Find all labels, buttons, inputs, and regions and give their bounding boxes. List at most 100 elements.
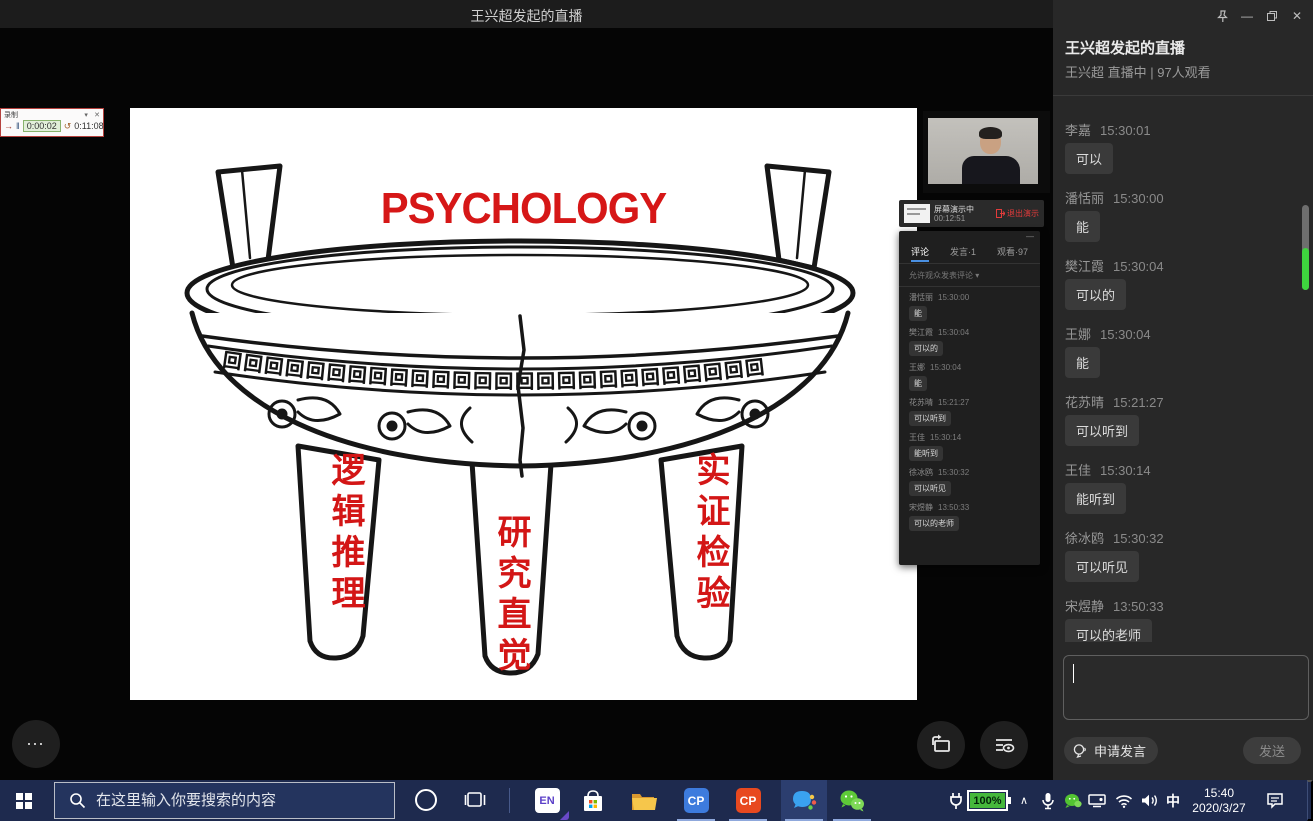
send-button[interactable]: 发送 bbox=[1243, 737, 1301, 764]
chat-message: 潘恬丽15:30:00能 bbox=[1065, 190, 1299, 242]
volume-tray-icon[interactable] bbox=[1138, 780, 1160, 821]
exit-presentation-button[interactable]: 退出演示 bbox=[996, 208, 1039, 219]
chat-message: 樊江霞15:30:04可以的 bbox=[1065, 258, 1299, 310]
clock-time: 15:40 bbox=[1204, 786, 1234, 801]
cp-blue-app-icon[interactable]: CP bbox=[673, 780, 719, 821]
mini-tab-speakers[interactable]: 发言·1 bbox=[950, 245, 976, 262]
display-cast-tray-icon[interactable] bbox=[1086, 780, 1108, 821]
mini-message: 宋煜静13:50:33可以的老师 bbox=[909, 502, 1034, 531]
mini-message: 樊江霞15:30:04可以的 bbox=[909, 327, 1034, 356]
presenter-video-thumbnail[interactable] bbox=[923, 111, 1050, 193]
stage-titlebar: 王兴超发起的直播 bbox=[0, 0, 1053, 28]
show-desktop-button[interactable] bbox=[1307, 780, 1313, 821]
chat-panel: — ✕ 王兴超发起的直播 王兴超 直播中 | 97人观看 李嘉15:30:01可… bbox=[1053, 0, 1313, 780]
slide-heading: PSYCHOLOGY bbox=[150, 184, 898, 234]
mini-comment-panel: — 评论 发言·1 观看·97 允许观众发表评论 ▾ 潘恬丽15:30:00能 … bbox=[899, 231, 1040, 565]
window-controls: — ✕ bbox=[1214, 8, 1305, 24]
mini-message: 花苏晴15:21:27可以听到 bbox=[909, 397, 1034, 426]
rec-close-icon[interactable]: ✕ bbox=[94, 112, 100, 119]
clock-date: 2020/3/27 bbox=[1192, 801, 1245, 816]
taskbar-search-box[interactable] bbox=[54, 782, 395, 819]
scrollbar-live-indicator bbox=[1302, 248, 1309, 290]
rec-pause-button[interactable]: ‖ bbox=[16, 121, 20, 131]
screen: 王兴超发起的直播 bbox=[0, 0, 1313, 821]
restore-button[interactable] bbox=[1264, 8, 1280, 24]
cortana-button[interactable] bbox=[415, 789, 437, 811]
presenter-silhouette bbox=[962, 156, 1020, 184]
text-caret bbox=[1073, 664, 1074, 683]
chat-message: 花苏晴15:21:27可以听到 bbox=[1065, 394, 1299, 446]
task-view-icon bbox=[463, 788, 487, 812]
mini-tab-comments[interactable]: 评论 bbox=[911, 245, 929, 262]
taskbar: EN CP CP bbox=[0, 780, 1313, 821]
start-button[interactable] bbox=[0, 780, 48, 821]
windows-logo-icon bbox=[16, 793, 32, 809]
wechat-app-icon[interactable] bbox=[829, 780, 875, 821]
search-icon bbox=[69, 792, 86, 809]
rotate-screen-icon bbox=[928, 732, 954, 758]
mini-message: 潘恬丽15:30:00能 bbox=[909, 292, 1034, 321]
taskbar-clock[interactable]: 15:40 2020/3/27 bbox=[1185, 780, 1253, 821]
share-status: 屏幕演示中 bbox=[934, 205, 974, 214]
ime-indicator[interactable]: 中 bbox=[1162, 780, 1184, 821]
rec-toolbar-title: 录制 bbox=[4, 110, 18, 119]
rec-caret-icon[interactable]: ▾ bbox=[84, 112, 88, 119]
list-eye-icon bbox=[991, 732, 1017, 758]
chat-message: 王佳15:30:14能听到 bbox=[1065, 462, 1299, 514]
chat-message: 徐冰鸥15:30:32可以听见 bbox=[1065, 530, 1299, 582]
chat-title: 王兴超发起的直播 bbox=[1065, 37, 1185, 58]
exit-icon bbox=[996, 209, 1005, 218]
power-plug-icon[interactable] bbox=[946, 780, 966, 821]
chat-message: 宋煜静13:50:33可以的老师 bbox=[1065, 598, 1299, 642]
chevron-down-icon: ▾ bbox=[975, 271, 979, 280]
rec-replay-button[interactable]: ↺ bbox=[64, 121, 72, 132]
chat-message: 王娜15:30:04能 bbox=[1065, 326, 1299, 378]
mini-message: 徐冰鸥15:30:32可以听见 bbox=[909, 467, 1034, 496]
live-stage: 王兴超发起的直播 bbox=[0, 0, 1053, 780]
chat-subtitle: 王兴超 直播中 | 97人观看 bbox=[1065, 62, 1211, 81]
share-thumbnail bbox=[904, 204, 930, 223]
comment-visibility-button[interactable] bbox=[980, 721, 1028, 769]
message-input[interactable] bbox=[1063, 655, 1309, 720]
cp-orange-app-icon[interactable]: CP bbox=[725, 780, 771, 821]
screen-share-bar: 屏幕演示中 00:12:51 退出演示 bbox=[899, 200, 1044, 227]
microphone-tray-icon[interactable] bbox=[1038, 780, 1058, 821]
more-options-button[interactable]: ⋯ bbox=[12, 720, 60, 768]
presentation-slide: 回回回回回回回回回回回回回回回回回回回回回回回回回回 PSYCHOLOGY 逻辑… bbox=[130, 108, 917, 700]
wechat-work-app-icon[interactable] bbox=[781, 780, 827, 821]
pin-icon[interactable] bbox=[1214, 8, 1230, 24]
chat-message-list: 李嘉15:30:01可以 潘恬丽15:30:00能 樊江霞15:30:04可以的… bbox=[1065, 122, 1299, 642]
rec-elapsed-time: 0:00:02 bbox=[23, 120, 61, 132]
speak-icon bbox=[1072, 742, 1089, 759]
rotate-screen-button[interactable] bbox=[917, 721, 965, 769]
divider bbox=[1053, 95, 1313, 96]
ppt-recording-toolbar: 录制 ▾ ✕ → ‖ 0:00:02 ↺ 0:11:08 bbox=[0, 108, 104, 137]
minimize-button[interactable]: — bbox=[1239, 8, 1255, 24]
microsoft-store-icon[interactable] bbox=[570, 780, 616, 821]
hidden-icons-chevron[interactable]: ∧ bbox=[1015, 780, 1033, 821]
endnote-app-icon[interactable]: EN bbox=[524, 780, 570, 821]
mini-message: 王佳15:30:14能听到 bbox=[909, 432, 1034, 461]
mini-message-list: 潘恬丽15:30:00能 樊江霞15:30:04可以的 王娜15:30:04能 … bbox=[909, 292, 1034, 565]
slide-leg-label-1: 逻辑推理 bbox=[328, 452, 362, 616]
wifi-tray-icon[interactable] bbox=[1112, 780, 1136, 821]
allow-comments-dropdown[interactable]: 允许观众发表评论 ▾ bbox=[909, 270, 979, 281]
request-speak-button[interactable]: 申请发言 bbox=[1064, 737, 1158, 764]
search-input[interactable] bbox=[96, 792, 376, 809]
chat-scrollbar[interactable] bbox=[1302, 205, 1309, 290]
mini-tab-viewers[interactable]: 观看·97 bbox=[997, 245, 1028, 262]
slide-leg-label-2: 研究直觉 bbox=[494, 514, 528, 678]
share-timer: 00:12:51 bbox=[934, 214, 974, 223]
wechat-tray-icon[interactable] bbox=[1062, 780, 1084, 821]
presenter-video-frame bbox=[928, 118, 1038, 184]
file-explorer-icon[interactable] bbox=[620, 780, 666, 821]
rec-next-button[interactable]: → bbox=[4, 121, 13, 131]
action-center-icon[interactable] bbox=[1263, 780, 1287, 821]
battery-percent: 100% bbox=[973, 795, 1001, 807]
stage-title: 王兴超发起的直播 bbox=[0, 6, 1053, 26]
battery-indicator[interactable]: 100% bbox=[967, 790, 1008, 811]
rec-total-time: 0:11:08 bbox=[74, 121, 103, 131]
mini-panel-collapse[interactable]: — bbox=[1026, 232, 1034, 241]
task-view-button[interactable] bbox=[462, 788, 488, 814]
close-button[interactable]: ✕ bbox=[1289, 8, 1305, 24]
